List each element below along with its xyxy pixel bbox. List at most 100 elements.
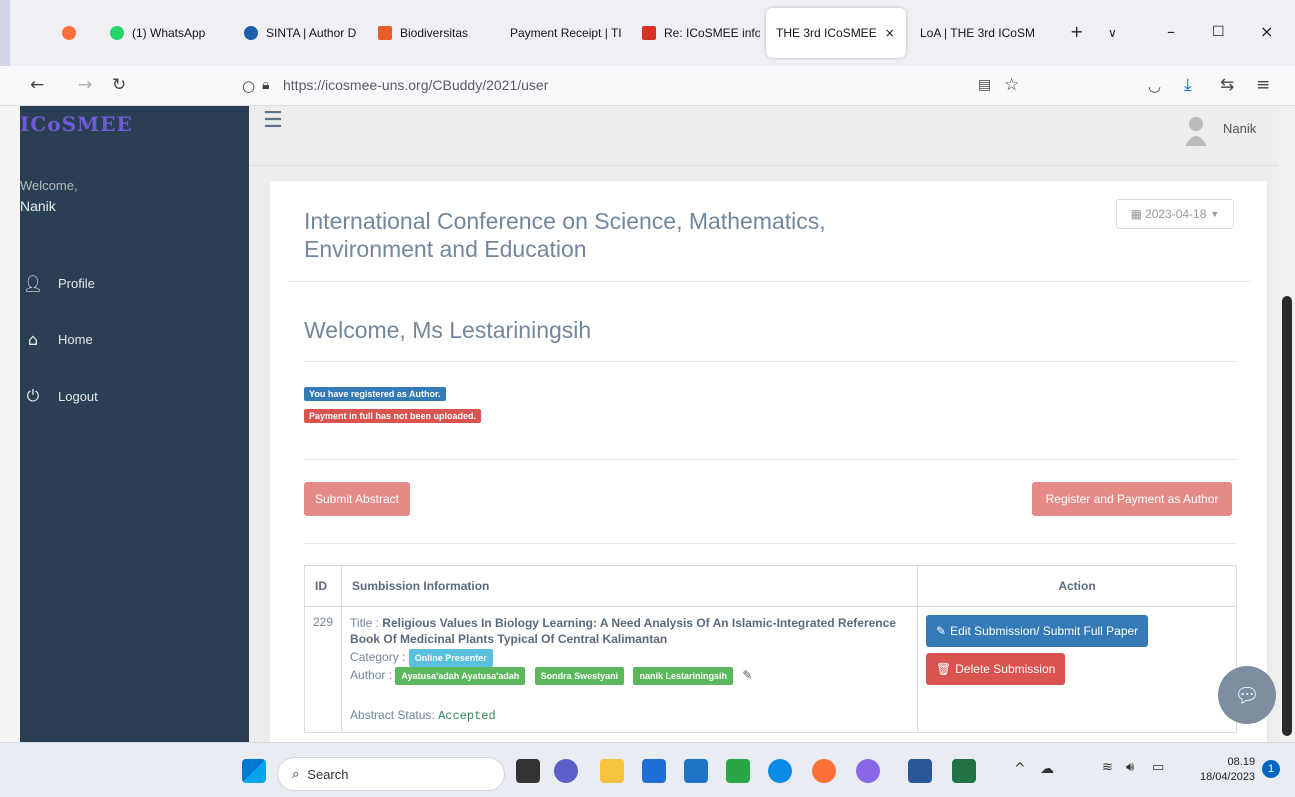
author-label: Author :: [350, 668, 393, 682]
author-line: Author : Ayatusa'adah Ayatusa'adah Sondr…: [350, 667, 909, 685]
welcome-title: Welcome, Ms Lestariningsih: [304, 317, 592, 343]
author-badge: Ayatusa'adah Ayatusa'adah: [395, 667, 526, 685]
left-edge-strip: [0, 106, 20, 742]
power-icon: ⏻: [26, 386, 40, 405]
delete-submission-button[interactable]: 🗑︎ Delete Submission: [926, 653, 1066, 685]
divider: [304, 459, 1237, 460]
tab-label: Re: ICoSMEE info: [664, 26, 760, 40]
tab-list-icon[interactable]: ∨: [1108, 26, 1117, 40]
sidebar-item-profile[interactable]: 👤︎ Profile: [20, 274, 95, 293]
reader-view-icon[interactable]: ▤: [978, 77, 991, 93]
scrollbar-thumb[interactable]: [1282, 296, 1292, 736]
clock-date: 18/04/2023: [1200, 771, 1256, 783]
top-nav-username[interactable]: Nanik: [1223, 121, 1256, 136]
reload-icon[interactable]: ↻: [112, 75, 126, 95]
extensions-icon[interactable]: ⇆: [1220, 75, 1234, 95]
cloud-icon[interactable]: ☁︎: [1040, 760, 1054, 777]
bookmark-star-icon[interactable]: ☆: [1004, 75, 1019, 95]
tab-label: THE 3rd ICoSMEE: [776, 26, 877, 40]
divider: [288, 281, 1251, 282]
divider: [304, 361, 1237, 362]
clock-time: 08.19: [1227, 756, 1256, 768]
file-explorer-icon[interactable]: [600, 759, 624, 783]
minimize-icon[interactable]: –: [1167, 22, 1175, 41]
caret-down-icon: ▼: [1210, 209, 1220, 219]
mail-icon[interactable]: [684, 759, 708, 783]
welcome-label: Welcome,: [20, 178, 78, 193]
firefox-taskbar-icon[interactable]: [812, 759, 836, 783]
whatsapp-icon: [110, 26, 124, 40]
tab-whatsapp[interactable]: (1) WhatsApp: [110, 8, 230, 58]
windows-start-icon[interactable]: [242, 759, 266, 783]
menu-icon[interactable]: ≡: [1256, 75, 1270, 95]
tab-loa[interactable]: LoA | THE 3rd ICoSM: [920, 8, 1060, 58]
close-tab-icon[interactable]: ×: [885, 26, 895, 40]
shield-icon[interactable]: ○: [242, 77, 255, 95]
edit-authors-icon[interactable]: ✎: [742, 668, 752, 682]
lock-icon[interactable]: 🔒︎: [262, 77, 269, 93]
edit-submission-button[interactable]: ✎ Edit Submission/ Submit Full Paper: [926, 615, 1149, 647]
scrollbar[interactable]: [1279, 106, 1295, 742]
maximize-icon[interactable]: ☐: [1212, 24, 1225, 40]
tab-payment-receipt[interactable]: Payment Receipt | TI: [510, 8, 628, 58]
site-logo[interactable]: ICoSMEE: [20, 112, 133, 136]
category-label: Category :: [350, 650, 406, 664]
hamburger-menu-icon[interactable]: ☰: [263, 108, 283, 133]
sidebar: ICoSMEE Welcome, Nanik 👤︎ Profile ⌂ Home…: [20, 106, 249, 742]
tab-label: Payment Receipt | TI: [510, 26, 622, 40]
abstract-status-value: Accepted: [438, 709, 496, 723]
task-view-icon[interactable]: [516, 759, 540, 783]
tab-gmail[interactable]: Re: ICoSMEE info: [642, 8, 760, 58]
system-clock[interactable]: 08.19 18/04/2023: [1200, 755, 1255, 785]
divider: [304, 543, 1237, 544]
download-icon[interactable]: ⤓: [1184, 75, 1192, 95]
battery-icon[interactable]: ▭: [1152, 760, 1164, 775]
pocket-icon[interactable]: ◡: [1148, 77, 1161, 95]
submissions-table: ID Sumbission Information Action 229 Tit…: [303, 565, 1237, 733]
notification-badge[interactable]: 1: [1262, 760, 1280, 778]
store-icon[interactable]: [642, 759, 666, 783]
forward-icon[interactable]: →: [78, 75, 92, 95]
sidebar-username: Nanik: [20, 198, 56, 214]
author-badge: Sondra Swestyani: [534, 667, 625, 685]
word-icon[interactable]: [908, 759, 932, 783]
status-badge-registered: You have registered as Author.: [304, 387, 446, 401]
teams-icon[interactable]: [554, 759, 578, 783]
tab-icosmee-active[interactable]: THE 3rd ICoSMEE ×: [766, 8, 906, 58]
sidebar-item-home[interactable]: ⌂ Home: [20, 330, 93, 349]
date-dropdown[interactable]: ▦ 2023-04-18 ▼: [1116, 199, 1234, 229]
new-tab-icon[interactable]: +: [1070, 22, 1083, 41]
app-l-icon[interactable]: [726, 759, 750, 783]
tab-label: (1) WhatsApp: [132, 26, 206, 40]
sidebar-item-label: Home: [58, 332, 93, 347]
copilot-icon[interactable]: [856, 759, 880, 783]
sidebar-item-logout[interactable]: ⏻ Logout: [20, 386, 98, 406]
tray-chevron-icon[interactable]: ^: [1014, 761, 1026, 777]
top-nav: ☰ Nanik: [249, 106, 1279, 166]
category-line: Category : Online Presenter: [350, 649, 909, 667]
avatar[interactable]: [1185, 116, 1207, 146]
tab-label: Biodiversitas: [400, 26, 469, 40]
status-badge-payment: Payment in full has not been uploaded.: [304, 409, 482, 423]
wifi-icon[interactable]: ≋: [1102, 760, 1113, 775]
excel-icon[interactable]: [952, 759, 976, 783]
submission-title: Religious Values In Biology Learning: A …: [350, 616, 896, 646]
tab-biodiversitas[interactable]: Biodiversitas: [378, 8, 488, 58]
chat-bubble-icon[interactable]: 💬︎: [1218, 666, 1276, 724]
pencil-icon: ✎: [936, 624, 947, 638]
url-text[interactable]: https://icosmee-uns.org/CBuddy/2021/user: [283, 77, 548, 93]
register-payment-button[interactable]: Register and Payment as Author: [1032, 482, 1232, 516]
tab-label: SINTA | Author D: [266, 26, 357, 40]
title-label: Title :: [350, 616, 379, 630]
user-icon: 👤︎: [22, 274, 44, 293]
close-window-icon[interactable]: ×: [1260, 22, 1273, 41]
tab-sinta[interactable]: SINTA | Author D: [244, 8, 369, 58]
taskbar-search[interactable]: ⌕ Search: [277, 757, 505, 791]
back-icon[interactable]: ←: [30, 75, 44, 95]
submit-abstract-button[interactable]: Submit Abstract: [304, 482, 410, 516]
tab-firefox[interactable]: [62, 8, 92, 58]
table-header-row: ID Sumbission Information Action: [303, 565, 1237, 607]
volume-icon[interactable]: 🔊︎: [1126, 760, 1134, 775]
delete-submission-label: Delete Submission: [955, 662, 1056, 676]
edge-icon[interactable]: [768, 759, 792, 783]
